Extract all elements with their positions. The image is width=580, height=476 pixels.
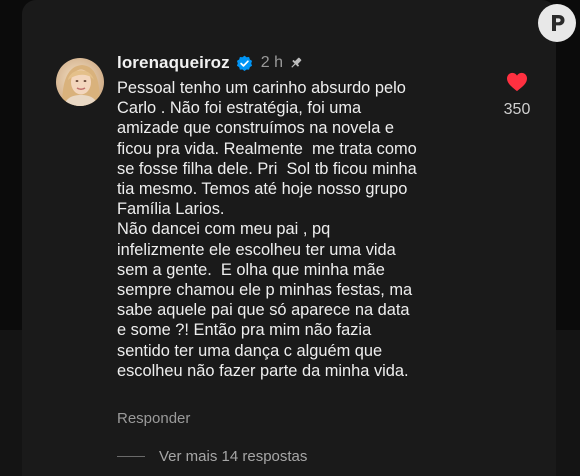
background-edge-left xyxy=(0,330,22,476)
like-control[interactable]: 350 xyxy=(496,72,538,119)
verified-icon xyxy=(236,55,253,72)
reply-button[interactable]: Responder xyxy=(117,410,190,427)
avatar[interactable] xyxy=(56,58,104,106)
comment-header: lorenaqueiroz 2 h xyxy=(117,52,303,74)
timestamp: 2 h xyxy=(260,54,284,71)
view-more-replies[interactable]: Ver mais 14 respostas xyxy=(117,448,307,465)
like-count: 350 xyxy=(503,101,531,118)
comment-text: Pessoal tenho um carinho absurdo pelo Ca… xyxy=(117,79,417,380)
background-edge-right xyxy=(556,330,580,476)
divider-line xyxy=(117,456,145,457)
view-more-label[interactable]: Ver mais 14 respostas xyxy=(159,448,307,465)
username[interactable]: lorenaqueiroz xyxy=(117,53,230,73)
watermark-logo xyxy=(538,4,576,42)
heart-icon[interactable] xyxy=(496,72,538,92)
pin-icon xyxy=(289,56,303,70)
